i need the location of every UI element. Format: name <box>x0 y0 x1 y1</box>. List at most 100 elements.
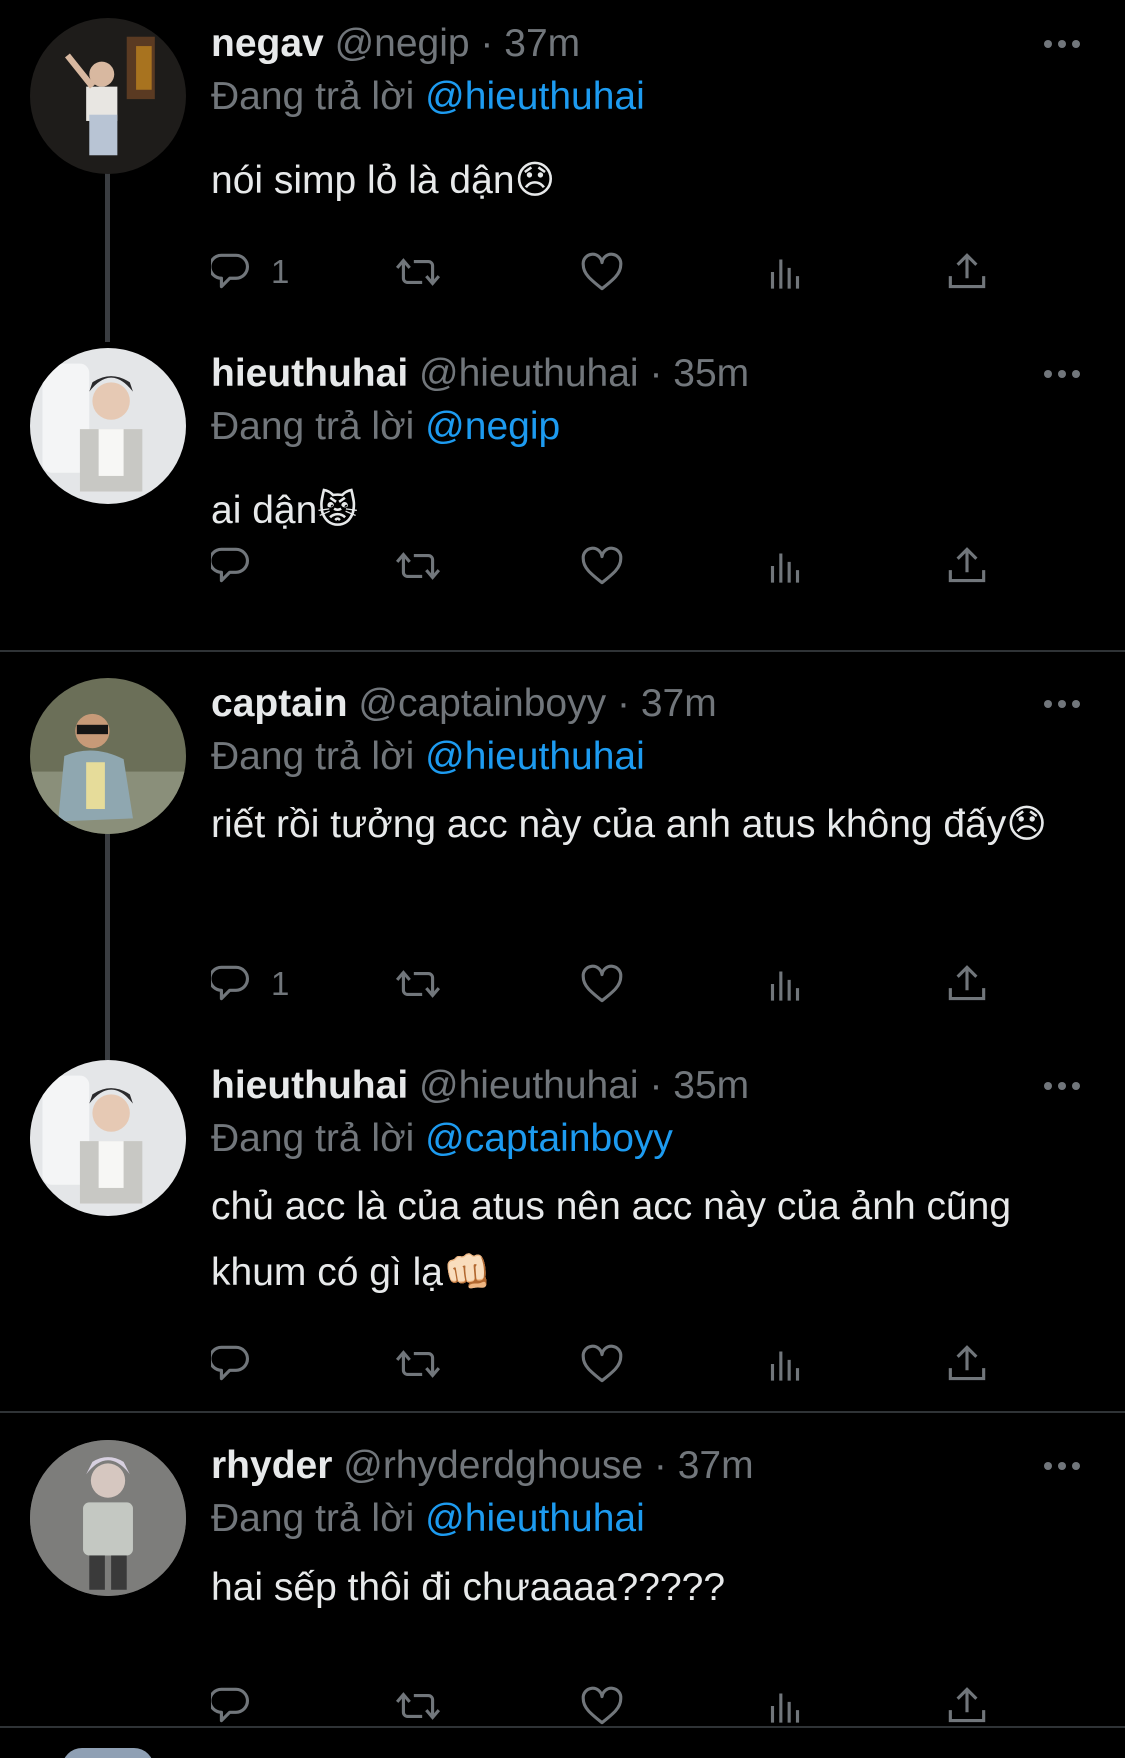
views-button[interactable] <box>760 1334 810 1394</box>
separator-dot: · <box>649 352 663 395</box>
retweet-icon <box>393 541 443 591</box>
timestamp[interactable]: 37m <box>504 22 580 65</box>
retweet-icon <box>393 959 443 1009</box>
mention-link[interactable]: @hieuthuhai <box>425 1497 645 1540</box>
retweet-icon <box>393 247 443 297</box>
share-icon <box>942 959 992 1009</box>
more-icon[interactable] <box>1044 1080 1080 1092</box>
views-icon <box>760 1681 810 1731</box>
action-bar <box>0 536 1125 596</box>
share-button[interactable] <box>942 1334 992 1394</box>
more-icon[interactable] <box>1044 698 1080 710</box>
user-handle[interactable]: @captainboyy <box>358 682 606 725</box>
views-icon <box>760 1339 810 1389</box>
separator-dot: · <box>649 1064 663 1107</box>
user-handle[interactable]: @negip <box>335 22 470 65</box>
mention-link[interactable]: @negip <box>425 405 560 448</box>
like-icon <box>577 247 627 297</box>
tweet[interactable]: rhyder @rhyderdghouse · 37m Đang trả lời… <box>0 1420 1125 1725</box>
avatar[interactable] <box>30 1060 186 1216</box>
like-button[interactable] <box>577 954 627 1014</box>
retweet-button[interactable] <box>393 1334 443 1394</box>
separator-dot: · <box>653 1444 667 1487</box>
views-button[interactable] <box>760 536 810 596</box>
display-name[interactable]: rhyder <box>211 1444 332 1487</box>
mention-link[interactable]: @captainboyy <box>425 1117 673 1160</box>
user-handle[interactable]: @rhyderdghouse <box>343 1444 643 1487</box>
like-button[interactable] <box>577 1334 627 1394</box>
display-name[interactable]: negav <box>211 22 324 65</box>
next-avatar-partial <box>62 1748 154 1758</box>
tweet[interactable]: captain @captainboyy · 37m Đang trả lời … <box>0 660 1125 1060</box>
avatar[interactable] <box>30 18 186 174</box>
tweet-text: riết rồi tưởng acc này của anh atus khôn… <box>211 803 1047 846</box>
share-button[interactable] <box>942 954 992 1014</box>
avatar[interactable] <box>30 348 186 504</box>
user-handle[interactable]: @hieuthuhai <box>419 352 639 395</box>
share-icon <box>942 1339 992 1389</box>
like-button[interactable] <box>577 536 627 596</box>
thread-connector <box>105 832 110 1060</box>
retweet-button[interactable] <box>393 954 443 1014</box>
tweet-text: ai dận😾 <box>211 489 358 532</box>
views-button[interactable] <box>760 242 810 302</box>
views-icon <box>760 541 810 591</box>
share-button[interactable] <box>942 242 992 302</box>
avatar[interactable] <box>30 678 186 834</box>
like-icon <box>577 1681 627 1731</box>
divider <box>0 650 1125 652</box>
timestamp[interactable]: 37m <box>678 1444 754 1487</box>
retweet-button[interactable] <box>393 242 443 302</box>
mention-link[interactable]: @hieuthuhai <box>425 75 645 118</box>
views-icon <box>760 959 810 1009</box>
like-icon <box>577 959 627 1009</box>
like-button[interactable] <box>577 242 627 302</box>
reply-count: 1 <box>271 965 290 1002</box>
replying-to-label: Đang trả lời <box>211 75 415 118</box>
replying-to-label: Đang trả lời <box>211 405 415 448</box>
timestamp[interactable]: 35m <box>673 1064 749 1107</box>
more-icon[interactable] <box>1044 368 1080 380</box>
display-name[interactable]: hieuthuhai <box>211 352 408 395</box>
separator-dot: · <box>616 682 630 725</box>
divider <box>0 1726 1125 1728</box>
timestamp[interactable]: 37m <box>641 682 717 725</box>
tweet[interactable]: hieuthuhai @hieuthuhai · 35m Đang trả lờ… <box>0 330 1125 650</box>
display-name[interactable]: hieuthuhai <box>211 1064 408 1107</box>
action-bar: 1 <box>0 954 1125 1014</box>
replying-to-label: Đang trả lời <box>211 1497 415 1540</box>
tweet-text: nói simp lỏ là dận😞 <box>211 159 556 202</box>
reply-icon <box>211 959 261 1009</box>
reply-icon <box>211 541 261 591</box>
reply-button[interactable] <box>211 1334 271 1394</box>
share-button[interactable] <box>942 536 992 596</box>
reply-icon <box>211 1339 261 1389</box>
separator-dot: · <box>480 22 494 65</box>
reply-thread-feed: negav @negip · 37m Đang trả lời @hieuthu… <box>0 0 1125 1758</box>
reply-icon <box>211 1681 261 1731</box>
replying-to-label: Đang trả lời <box>211 1117 415 1160</box>
timestamp[interactable]: 35m <box>673 352 749 395</box>
reply-button[interactable]: 1 <box>211 242 289 302</box>
mention-link[interactable]: @hieuthuhai <box>425 735 645 778</box>
reply-button[interactable]: 1 <box>211 954 289 1014</box>
replying-to-label: Đang trả lời <box>211 735 415 778</box>
retweet-icon <box>393 1339 443 1389</box>
tweet[interactable]: negav @negip · 37m Đang trả lời @hieuthu… <box>0 0 1125 342</box>
tweet[interactable]: hieuthuhai @hieuthuhai · 35m Đang trả lờ… <box>0 1050 1125 1410</box>
retweet-button[interactable] <box>393 536 443 596</box>
share-icon <box>942 1681 992 1731</box>
views-button[interactable] <box>760 954 810 1014</box>
more-icon[interactable] <box>1044 1460 1080 1472</box>
reply-button[interactable] <box>211 536 271 596</box>
more-icon[interactable] <box>1044 38 1080 50</box>
display-name[interactable]: captain <box>211 682 348 725</box>
tweet-text: chủ acc là của atus nên acc này của ảnh … <box>211 1185 1012 1294</box>
like-icon <box>577 541 627 591</box>
divider <box>0 1411 1125 1413</box>
user-handle[interactable]: @hieuthuhai <box>419 1064 639 1107</box>
avatar[interactable] <box>30 1440 186 1596</box>
action-bar: 1 <box>0 242 1125 302</box>
reply-count: 1 <box>271 253 290 290</box>
reply-icon <box>211 247 261 297</box>
